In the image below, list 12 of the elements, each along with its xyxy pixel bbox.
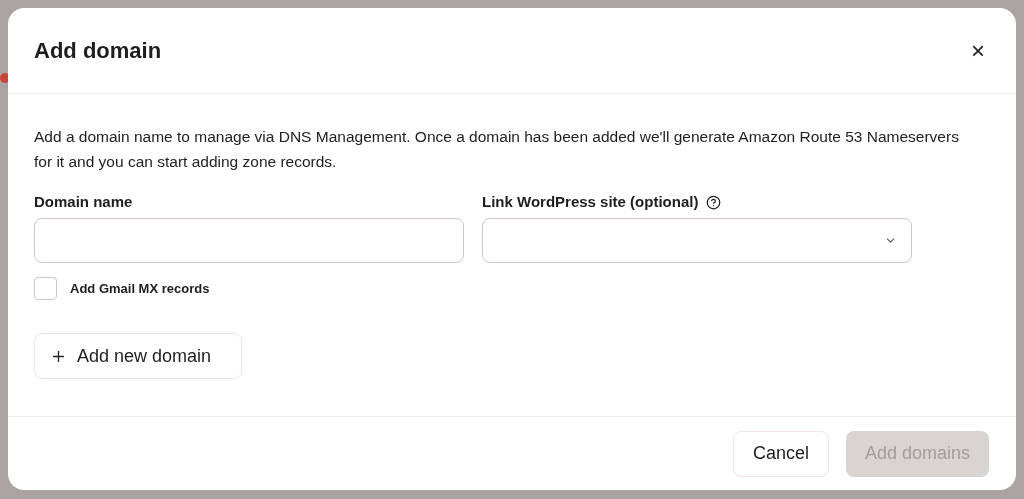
cancel-button[interactable]: Cancel	[732, 430, 829, 477]
site-select[interactable]	[482, 218, 912, 263]
close-button[interactable]: ×	[966, 38, 990, 63]
checkbox-label: Add Gmail MX records	[70, 279, 210, 298]
dialog-title: Add domain	[34, 37, 162, 65]
gmail-checkbox[interactable]	[34, 277, 57, 300]
domain-name-input[interactable]	[34, 218, 464, 263]
help-icon[interactable]	[706, 194, 722, 210]
add-new-domain-button[interactable]: Add new domain	[34, 333, 242, 379]
description-text: Add a domain name to manage via DNS Management. Once a domain has been added we'll generate Amazon Route 53 Nameservers for it and you can start adding zone records.	[34, 127, 960, 172]
field-label: Domain name	[34, 192, 134, 212]
field-label: Link WordPress site (optional)	[482, 191, 699, 212]
